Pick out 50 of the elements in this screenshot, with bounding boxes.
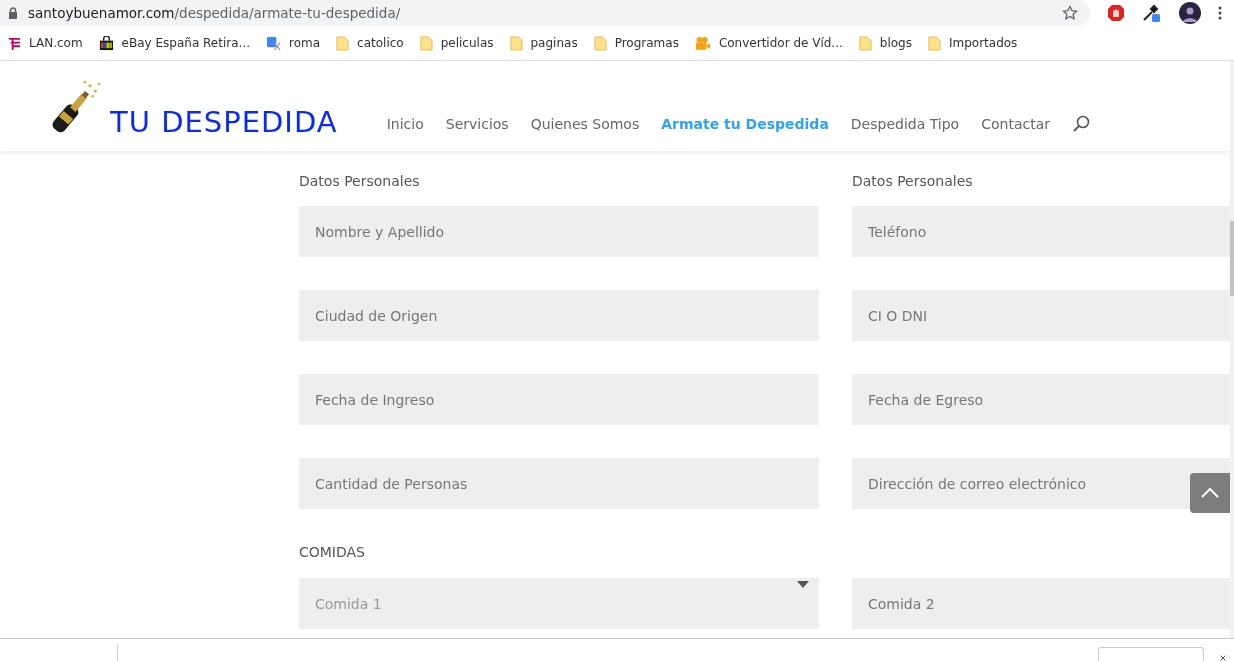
nav-link[interactable]: Quienes Somos — [530, 116, 640, 132]
input-field[interactable]: Dirección de correo electrónico — [852, 458, 1230, 509]
input-field[interactable]: CI O DNI — [852, 290, 1230, 341]
input-field[interactable]: Comida 2 — [852, 578, 1230, 629]
folder-icon — [509, 35, 523, 51]
star-icon[interactable] — [1062, 5, 1078, 21]
folder-icon — [593, 35, 607, 51]
bookmark-item[interactable]: eBay España Retira... — [98, 35, 250, 51]
bookmark-item[interactable]: peliculas — [419, 35, 494, 51]
stop-hand-icon[interactable] — [1107, 4, 1125, 22]
input-field[interactable]: Fecha de Egreso — [852, 374, 1230, 425]
folder-icon — [419, 35, 433, 51]
bookmark-item[interactable]: LAN.com — [8, 35, 83, 51]
section-label: Datos Personales — [299, 173, 421, 190]
address-bar[interactable]: santoybuenamor.com/despedida/armate-tu-despedida/ — [0, 0, 1090, 26]
stripes-icon — [8, 35, 21, 51]
menu-icon[interactable] — [1218, 6, 1222, 20]
input-field[interactable]: Fecha de Ingreso — [299, 374, 819, 425]
folder-icon — [858, 35, 872, 51]
input-field[interactable]: Teléfono — [852, 206, 1230, 257]
chevron-up-icon — [1201, 488, 1219, 498]
bookmark-item[interactable]: Programas — [593, 35, 679, 51]
lock-icon — [8, 7, 18, 19]
input-field[interactable]: Cantidad de Personas — [299, 458, 819, 509]
back-to-top-button[interactable] — [1190, 473, 1230, 513]
section-label: Datos Personales — [852, 173, 974, 190]
search-icon[interactable] — [1072, 115, 1090, 133]
section-label: COMIDAS — [299, 544, 366, 560]
bookmark-item[interactable]: paginas — [509, 35, 578, 51]
bookmark-item[interactable]: Convertidor de Víd... — [694, 35, 843, 51]
nav-link[interactable]: Servicios — [445, 116, 509, 132]
input-field[interactable]: Ciudad de Origen — [299, 290, 819, 341]
camera-icon — [694, 35, 711, 51]
nav-link[interactable]: Inicio — [386, 116, 424, 132]
nav-link[interactable]: Despedida Tipo — [850, 116, 960, 132]
input-field[interactable]: Nombre y Apellido — [299, 206, 819, 257]
bookmark-item[interactable]: catolico — [336, 35, 404, 51]
folder-icon — [928, 35, 941, 51]
eyedropper-icon[interactable] — [1142, 3, 1162, 23]
bookmark-item[interactable]: blogs — [858, 35, 912, 51]
nav-link[interactable]: Contactar — [981, 116, 1050, 132]
folder-icon — [336, 35, 350, 51]
bookmark-item[interactable]: Importados — [928, 35, 1018, 51]
logo-text[interactable]: TU DESPEDIDA — [110, 108, 338, 137]
shopping-bag-icon — [98, 35, 114, 51]
avatar-icon[interactable] — [1179, 2, 1201, 24]
close-icon[interactable] — [1218, 655, 1228, 661]
bookmark-item[interactable]: roma — [266, 35, 321, 51]
caret-icon — [797, 581, 809, 588]
url-text: santoybuenamor.com/despedida/armate-tu-despedida/ — [28, 5, 402, 21]
